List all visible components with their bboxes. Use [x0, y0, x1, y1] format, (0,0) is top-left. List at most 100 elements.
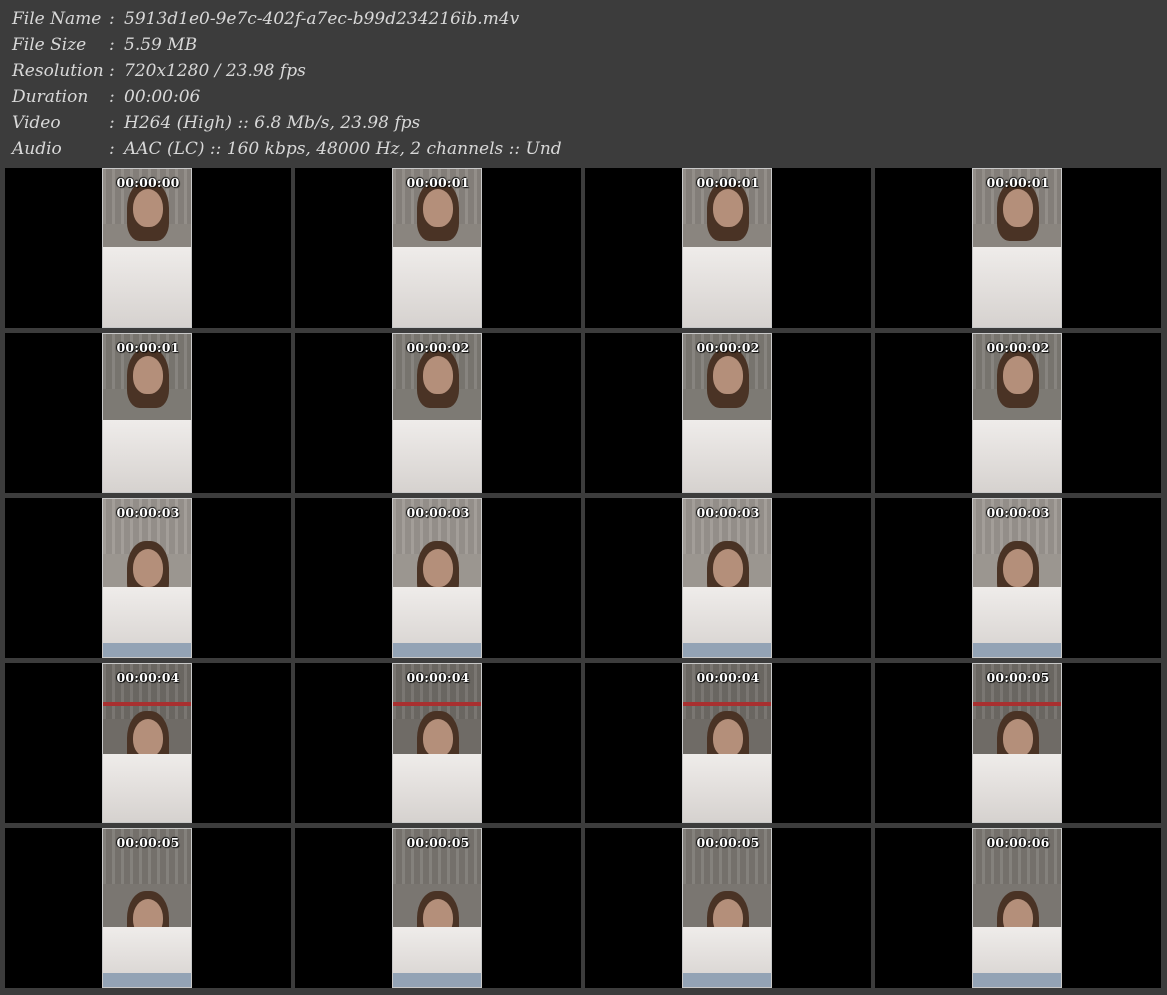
- video-frame-thumbnail: 00:00:02: [972, 333, 1062, 493]
- video-frame-thumbnail: 00:00:03: [972, 498, 1062, 658]
- frame-timestamp: 00:00:03: [116, 505, 180, 520]
- video-frame-thumbnail: 00:00:05: [682, 828, 772, 988]
- video-frame-thumbnail: 00:00:01: [102, 333, 192, 493]
- info-value: 720x1280 / 23.98 fps: [124, 61, 306, 81]
- frame-face: [133, 189, 163, 227]
- thumbnail-cell: 00:00:05: [5, 828, 291, 988]
- thumbnail-grid: 00:00:00 00:00:01 00:00:01 00:00:01 00:00:01…: [5, 168, 1165, 993]
- frame-face: [1003, 189, 1033, 227]
- info-value: 5913d1e0-9e7c-402f-a7ec-b99d234216ib.m4v: [124, 9, 520, 29]
- video-frame-thumbnail: 00:00:01: [392, 168, 482, 328]
- video-frame-thumbnail: 00:00:03: [102, 498, 192, 658]
- thumbnail-cell: 00:00:05: [585, 828, 871, 988]
- thumbnail-cell: 00:00:04: [5, 663, 291, 823]
- frame-face: [713, 719, 743, 757]
- info-separator: :: [109, 9, 115, 29]
- frame-shirt: [683, 247, 771, 327]
- thumbnail-cell: 00:00:02: [875, 333, 1161, 493]
- frame-red-beam: [973, 702, 1061, 706]
- frame-face: [423, 549, 453, 587]
- frame-timestamp: 00:00:01: [696, 175, 760, 190]
- thumbnail-cell: 00:00:05: [875, 663, 1161, 823]
- frame-jeans: [683, 643, 771, 657]
- video-frame-thumbnail: 00:00:04: [102, 663, 192, 823]
- frame-shirt: [973, 754, 1061, 822]
- frame-timestamp: 00:00:01: [116, 340, 180, 355]
- info-value: H264 (High) :: 6.8 Mb/s, 23.98 fps: [124, 113, 421, 133]
- frame-timestamp: 00:00:00: [116, 175, 180, 190]
- frame-shirt: [103, 420, 191, 492]
- video-frame-thumbnail: 00:00:05: [102, 828, 192, 988]
- thumbnail-cell: 00:00:02: [295, 333, 581, 493]
- frame-timestamp: 00:00:05: [696, 835, 760, 850]
- file-info-panel: File Name : 5913d1e0-9e7c-402f-a7ec-b99d…: [0, 0, 1167, 166]
- thumbnail-cell: 00:00:03: [875, 498, 1161, 658]
- video-frame-thumbnail: 00:00:02: [682, 333, 772, 493]
- frame-timestamp: 00:00:02: [406, 340, 470, 355]
- video-frame-thumbnail: 00:00:03: [682, 498, 772, 658]
- frame-shirt: [103, 247, 191, 327]
- video-frame-thumbnail: 00:00:04: [392, 663, 482, 823]
- info-separator: :: [109, 139, 115, 159]
- video-frame-thumbnail: 00:00:01: [972, 168, 1062, 328]
- info-value: AAC (LC) :: 160 kbps, 48000 Hz, 2 channe…: [124, 139, 562, 159]
- frame-timestamp: 00:00:05: [116, 835, 180, 850]
- frame-timestamp: 00:00:03: [696, 505, 760, 520]
- frame-red-beam: [683, 702, 771, 706]
- frame-face: [1003, 356, 1033, 394]
- frame-face: [423, 189, 453, 227]
- info-separator: :: [109, 113, 115, 133]
- frame-timestamp: 00:00:03: [986, 505, 1050, 520]
- thumbnail-cell: 00:00:03: [5, 498, 291, 658]
- video-frame-thumbnail: 00:00:00: [102, 168, 192, 328]
- frame-timestamp: 00:00:04: [116, 670, 180, 685]
- frame-shirt: [103, 754, 191, 822]
- frame-jeans: [103, 643, 191, 657]
- info-label: Video: [12, 113, 61, 133]
- thumbnail-cell: 00:00:01: [295, 168, 581, 328]
- frame-shirt: [393, 420, 481, 492]
- frame-face: [133, 719, 163, 757]
- frame-face: [1003, 719, 1033, 757]
- info-label: Audio: [12, 139, 62, 159]
- video-frame-thumbnail: 00:00:04: [682, 663, 772, 823]
- frame-jeans: [973, 643, 1061, 657]
- frame-shirt: [393, 247, 481, 327]
- frame-shirt: [683, 754, 771, 822]
- frame-timestamp: 00:00:04: [696, 670, 760, 685]
- thumbnail-cell: 00:00:01: [5, 333, 291, 493]
- frame-face: [423, 719, 453, 757]
- frame-shirt: [973, 247, 1061, 327]
- thumbnail-cell: 00:00:00: [5, 168, 291, 328]
- frame-timestamp: 00:00:05: [986, 670, 1050, 685]
- video-frame-thumbnail: 00:00:06: [972, 828, 1062, 988]
- frame-timestamp: 00:00:02: [986, 340, 1050, 355]
- video-frame-thumbnail: 00:00:05: [972, 663, 1062, 823]
- frame-timestamp: 00:00:01: [986, 175, 1050, 190]
- frame-timestamp: 00:00:04: [406, 670, 470, 685]
- frame-timestamp: 00:00:01: [406, 175, 470, 190]
- frame-shirt: [973, 420, 1061, 492]
- frame-shirt: [683, 420, 771, 492]
- frame-red-beam: [393, 702, 481, 706]
- frame-shirt: [393, 754, 481, 822]
- info-separator: :: [109, 61, 115, 81]
- thumbnail-cell: 00:00:04: [585, 663, 871, 823]
- info-label: Duration: [12, 87, 89, 107]
- info-label: File Name: [12, 9, 102, 29]
- frame-jeans: [393, 973, 481, 987]
- frame-timestamp: 00:00:02: [696, 340, 760, 355]
- thumbnail-cell: 00:00:02: [585, 333, 871, 493]
- thumbnail-cell: 00:00:01: [875, 168, 1161, 328]
- thumbnail-cell: 00:00:06: [875, 828, 1161, 988]
- video-frame-thumbnail: 00:00:05: [392, 828, 482, 988]
- info-separator: :: [109, 87, 115, 107]
- info-value: 5.59 MB: [124, 35, 198, 55]
- frame-timestamp: 00:00:03: [406, 505, 470, 520]
- info-label: File Size: [12, 35, 87, 55]
- thumbnail-cell: 00:00:03: [295, 498, 581, 658]
- frame-face: [713, 549, 743, 587]
- thumbnail-cell: 00:00:01: [585, 168, 871, 328]
- video-frame-thumbnail: 00:00:03: [392, 498, 482, 658]
- frame-red-beam: [103, 702, 191, 706]
